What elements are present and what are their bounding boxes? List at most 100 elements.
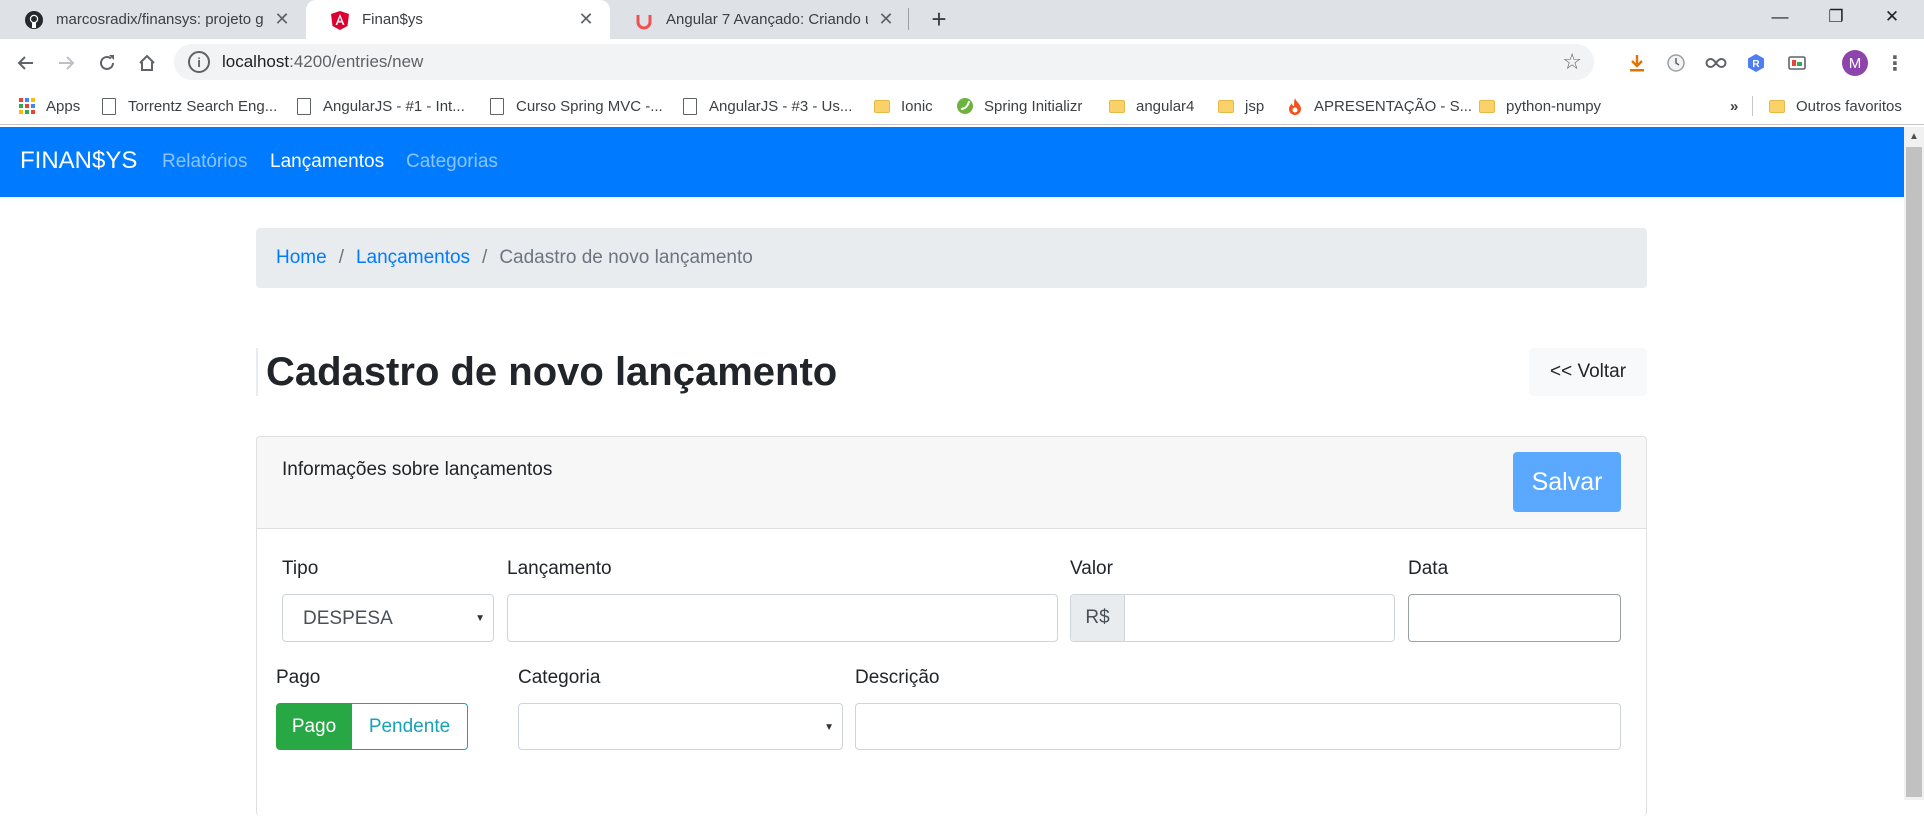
- breadcrumb-home-link[interactable]: Home: [276, 247, 327, 269]
- back-button[interactable]: << Voltar: [1529, 348, 1647, 396]
- nav-link-lancamentos[interactable]: Lançamentos: [270, 151, 384, 173]
- breadcrumb-current: Cadastro de novo lançamento: [499, 247, 753, 268]
- address-bar[interactable]: i localhost:4200/entries/new ☆: [174, 44, 1594, 80]
- close-tab-icon[interactable]: ✕: [576, 9, 596, 30]
- descricao-label: Descrição: [855, 667, 940, 688]
- bookmark-label: AngularJS - #3 - Us...: [709, 97, 853, 115]
- card-header-title: Informações sobre lançamentos: [282, 459, 553, 480]
- profile-avatar[interactable]: M: [1842, 50, 1868, 76]
- tipo-select-value: DESPESA: [303, 608, 393, 629]
- bookmark-label: python-numpy: [1506, 97, 1602, 115]
- bookmark-label: jsp: [1245, 97, 1265, 115]
- bookmark-angularjs-3[interactable]: AngularJS - #3 - Us...: [681, 87, 852, 125]
- bookmark-ionic[interactable]: Ionic: [873, 87, 933, 125]
- pago-label: Pago: [276, 667, 321, 688]
- svg-text:R: R: [1752, 59, 1760, 70]
- folder-icon: [1217, 97, 1235, 115]
- valor-input[interactable]: R$: [1070, 594, 1395, 642]
- close-tab-icon[interactable]: ✕: [876, 9, 896, 30]
- site-info-icon[interactable]: i: [188, 51, 210, 73]
- bookmark-other-favorites[interactable]: Outros favoritos: [1768, 87, 1902, 125]
- data-label: Data: [1408, 558, 1449, 579]
- title-accent-line: [256, 348, 258, 396]
- tab-title: marcosradix/finansys: projeto gerado com…: [56, 11, 264, 28]
- bookmarks-divider: [1752, 96, 1753, 116]
- new-tab-button[interactable]: +: [924, 4, 954, 34]
- cast-extension-icon[interactable]: [1786, 52, 1808, 74]
- bookmark-angularjs-1[interactable]: AngularJS - #1 - Int...: [295, 87, 465, 125]
- folder-icon: [1478, 97, 1496, 115]
- tipo-select[interactable]: DESPESA ▼: [282, 594, 494, 642]
- apps-icon: [18, 97, 36, 115]
- chevron-down-icon: ▼: [475, 613, 485, 624]
- pendente-option-button[interactable]: Pendente: [352, 703, 468, 750]
- bookmark-label: Torrentz Search Eng...: [128, 97, 278, 115]
- bookmark-star-icon[interactable]: ☆: [1562, 49, 1582, 75]
- tipo-label: Tipo: [282, 558, 319, 579]
- breadcrumb: Home / Lançamentos / Cadastro de novo la…: [256, 228, 1647, 288]
- bookmark-jsp[interactable]: jsp: [1217, 87, 1264, 125]
- page-icon: [488, 97, 506, 115]
- lancamento-label: Lançamento: [507, 558, 612, 579]
- page-icon: [681, 97, 699, 115]
- tab-title: Angular 7 Avançado: Criando um: [666, 11, 868, 28]
- pago-option-button[interactable]: Pago: [276, 703, 352, 750]
- browser-tab-finansys[interactable]: Finan$ys ✕: [306, 0, 610, 39]
- breadcrumb-lancamentos-link[interactable]: Lançamentos: [356, 247, 470, 269]
- bookmark-spring-mvc[interactable]: Curso Spring MVC -...: [488, 87, 663, 125]
- tab-title: Finan$ys: [362, 11, 423, 28]
- download-extension-icon[interactable]: [1626, 52, 1648, 74]
- bookmark-label: Apps: [46, 97, 81, 115]
- nav-link-relatorios[interactable]: Relatórios: [162, 151, 248, 173]
- browser-tab-udemy[interactable]: Angular 7 Avançado: Criando um ✕: [610, 0, 910, 39]
- pago-toggle-group: Pago Pendente: [276, 703, 468, 750]
- bookmark-spring-initializr[interactable]: Spring Initializr: [956, 87, 1082, 125]
- brand-logo[interactable]: FINAN$YS: [20, 147, 137, 175]
- bookmarks-overflow-button[interactable]: »: [1730, 87, 1738, 125]
- app-navbar: FINAN$YS Relatórios Lançamentos Categori…: [0, 127, 1904, 197]
- clock-extension-icon[interactable]: [1665, 52, 1687, 74]
- card-header: Informações sobre lançamentos Salvar: [257, 437, 1646, 529]
- udemy-icon: [634, 10, 654, 30]
- descricao-input[interactable]: [855, 703, 1621, 750]
- close-tab-icon[interactable]: ✕: [272, 9, 292, 30]
- close-window-button[interactable]: ✕: [1864, 0, 1920, 34]
- forward-arrow-icon[interactable]: [50, 47, 82, 79]
- page-title: Cadastro de novo lançamento: [266, 350, 838, 394]
- bookmark-angular4[interactable]: angular4: [1108, 87, 1194, 125]
- lancamento-input[interactable]: [507, 594, 1058, 642]
- bookmarks-bar: Apps Torrentz Search Eng... AngularJS - …: [0, 87, 1924, 125]
- scroll-up-arrow-icon[interactable]: ▲: [1904, 127, 1924, 147]
- categoria-select[interactable]: ▼: [518, 703, 843, 750]
- url-host: localhost: [222, 52, 290, 71]
- page-icon: [295, 97, 313, 115]
- nav-link-categorias[interactable]: Categorias: [406, 151, 498, 173]
- infinity-extension-icon[interactable]: [1705, 52, 1727, 74]
- bookmark-apps[interactable]: Apps: [18, 87, 80, 125]
- breadcrumb-separator: /: [338, 247, 344, 268]
- restore-button[interactable]: ❐: [1808, 0, 1864, 34]
- bookmark-apresentacao[interactable]: APRESENTAÇÃO - S...: [1286, 87, 1472, 125]
- chrome-menu-icon[interactable]: ⋮: [1884, 52, 1906, 75]
- reload-icon[interactable]: [91, 47, 123, 79]
- bookmark-python-numpy[interactable]: python-numpy: [1478, 87, 1601, 125]
- data-input[interactable]: [1408, 594, 1621, 642]
- scrollbar-thumb[interactable]: [1906, 147, 1922, 797]
- redux-extension-icon[interactable]: R: [1745, 52, 1767, 74]
- spring-icon: [956, 97, 974, 115]
- bookmark-label: Ionic: [901, 97, 933, 115]
- folder-icon: [1108, 97, 1126, 115]
- bookmark-torrentz[interactable]: Torrentz Search Eng...: [100, 87, 277, 125]
- breadcrumb-separator: /: [482, 247, 488, 268]
- folder-icon: [873, 97, 891, 115]
- chevron-down-icon: ▼: [824, 722, 834, 733]
- minimize-button[interactable]: —: [1752, 0, 1808, 34]
- page-icon: [100, 97, 118, 115]
- valor-label: Valor: [1070, 558, 1113, 579]
- bookmark-label: APRESENTAÇÃO - S...: [1314, 97, 1473, 115]
- home-icon[interactable]: [131, 47, 163, 79]
- browser-tab-github[interactable]: marcosradix/finansys: projeto gerado com…: [0, 0, 306, 39]
- back-arrow-icon[interactable]: [10, 47, 42, 79]
- github-icon: [24, 10, 44, 30]
- save-button[interactable]: Salvar: [1513, 452, 1621, 512]
